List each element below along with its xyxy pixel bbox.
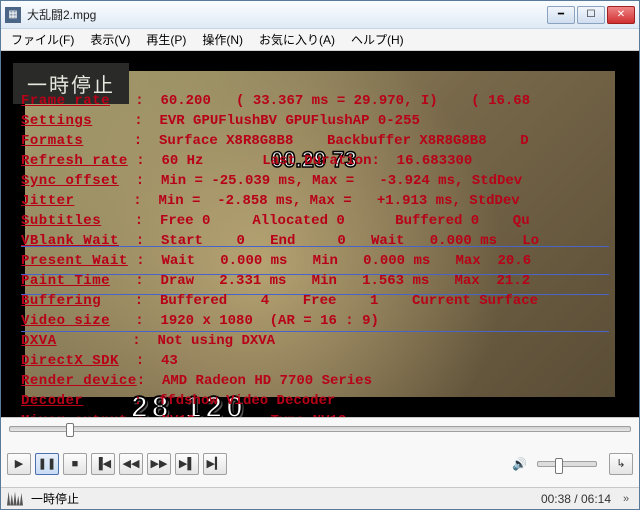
- seek-row: [1, 418, 639, 440]
- play-button[interactable]: ▶: [7, 453, 31, 475]
- title-bar[interactable]: ▦ 大乱闘2.mpg ━ ☐ ✕: [1, 1, 639, 29]
- menu-operate[interactable]: 操作(N): [196, 29, 249, 50]
- app-icon: ▦: [5, 7, 21, 23]
- rewind-button[interactable]: ◀◀: [119, 453, 143, 475]
- stop-button[interactable]: ■: [63, 453, 87, 475]
- minimize-button[interactable]: ━: [547, 6, 575, 24]
- game-timer-overlay: 00.29 73: [271, 147, 357, 173]
- menu-play[interactable]: 再生(P): [140, 29, 192, 50]
- graph-line: [21, 331, 609, 332]
- volume-slider[interactable]: [537, 461, 597, 467]
- step-button[interactable]: ▶▎: [203, 453, 227, 475]
- playback-state-overlay: 一時停止: [13, 63, 129, 104]
- prev-button[interactable]: ▐◀: [91, 453, 115, 475]
- clapper-icon: [7, 492, 23, 506]
- menu-help[interactable]: ヘルプ(H): [345, 29, 410, 50]
- graph-line: [21, 274, 609, 275]
- menu-bar: ファイル(F) 表示(V) 再生(P) 操作(N) お気に入り(A) ヘルプ(H…: [1, 29, 639, 51]
- window-buttons: ━ ☐ ✕: [547, 6, 635, 24]
- pause-button[interactable]: ❚❚: [35, 453, 59, 475]
- video-frame: [25, 71, 615, 397]
- playback-controls: ▶ ❚❚ ■ ▐◀ ◀◀ ▶▶ ▶▌ ▶▎ 🔊 ↳: [1, 417, 639, 487]
- forward-button[interactable]: ▶▶: [147, 453, 171, 475]
- close-button[interactable]: ✕: [607, 6, 635, 24]
- stat-mixer-label: Mixer output: [21, 413, 128, 417]
- status-text: 一時停止: [31, 490, 79, 507]
- next-button[interactable]: ▶▌: [175, 453, 199, 475]
- volume-icon[interactable]: 🔊: [512, 457, 527, 471]
- output-button[interactable]: ↳: [609, 453, 633, 475]
- game-damage-overlay: 28 120: [131, 391, 247, 417]
- button-row: ▶ ❚❚ ■ ▐◀ ◀◀ ▶▶ ▶▌ ▶▎ 🔊 ↳: [1, 440, 639, 487]
- status-time: 00:38 / 06:14: [541, 492, 611, 506]
- menu-view[interactable]: 表示(V): [84, 29, 136, 50]
- seek-thumb[interactable]: [66, 423, 74, 437]
- app-window: ▦ 大乱闘2.mpg ━ ☐ ✕ ファイル(F) 表示(V) 再生(P) 操作(…: [0, 0, 640, 510]
- status-bar: 一時停止 00:38 / 06:14 »: [1, 487, 639, 509]
- status-chevron-icon[interactable]: »: [619, 492, 633, 506]
- graph-line: [21, 294, 609, 295]
- menu-favorites[interactable]: お気に入り(A): [253, 29, 341, 50]
- window-title: 大乱闘2.mpg: [27, 6, 547, 23]
- seek-bar[interactable]: [9, 426, 631, 432]
- menu-file[interactable]: ファイル(F): [5, 29, 80, 50]
- maximize-button[interactable]: ☐: [577, 6, 605, 24]
- video-display[interactable]: 一時停止 00.29 73 28 120 Frame rate : 60.200…: [1, 51, 639, 417]
- graph-line: [21, 246, 609, 247]
